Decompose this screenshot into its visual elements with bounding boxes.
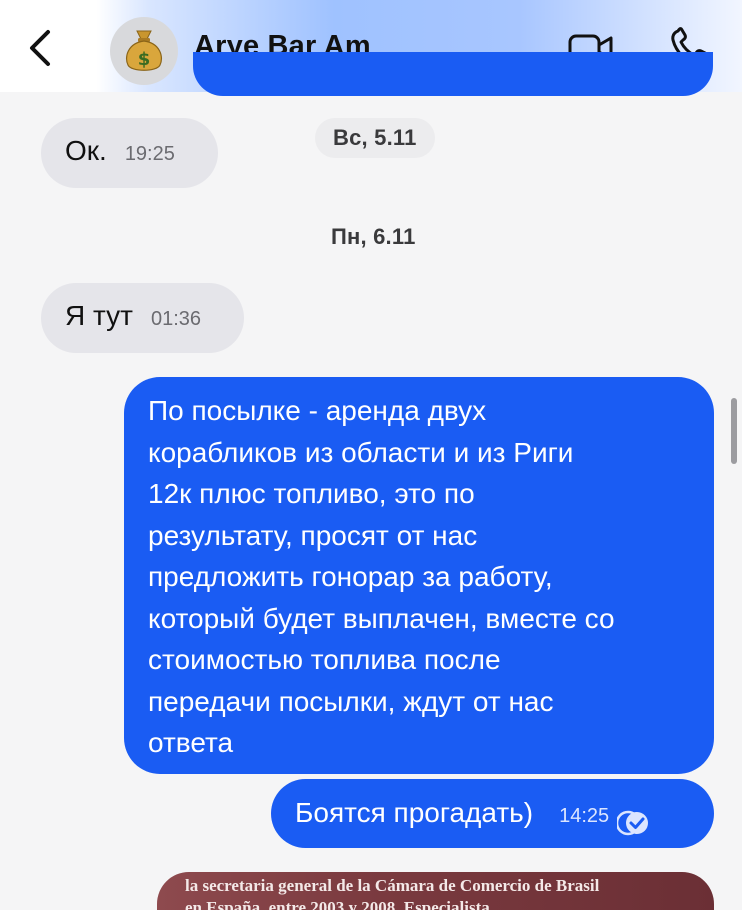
message-text: Я тут [65, 300, 133, 331]
message-line: По посылке - аренда двух [148, 395, 487, 426]
message-line: корабликов из области и из Риги [148, 436, 574, 468]
message-line: который будет выплачен, вместе со [148, 602, 615, 634]
outgoing-message-long[interactable]: По посылке - аренда двух корабликов из о… [124, 377, 714, 774]
image-message-preview[interactable]: la secretaria general de la Cámara de Co… [157, 872, 714, 910]
chat-header: $ Arye Bar Am [0, 0, 742, 96]
message-line: стоимостью топлива после [148, 644, 501, 675]
message-time: 19:25 [124, 143, 175, 165]
message-time: 14:25 [559, 805, 610, 827]
outgoing-message-afraid[interactable]: Боятся прогадать) 14:25 [271, 779, 714, 848]
message-line: предложить гонорар за работу, [148, 561, 553, 592]
chat-area: $ Arye Bar Am Вс, 5.11 Пн, 6.11 Ок. 19:2… [0, 0, 742, 910]
message-line: передачи посылки, ждут от нас [148, 685, 554, 717]
message-line: ответа [148, 727, 234, 758]
avatar[interactable]: $ [110, 17, 178, 85]
back-chevron-icon[interactable] [24, 26, 58, 70]
svg-text:$: $ [138, 49, 151, 70]
message-line: 12к плюс топливо, это по [148, 478, 475, 509]
incoming-message-ok[interactable]: Ок. 19:25 [41, 118, 218, 188]
read-receipt-icon [617, 810, 649, 836]
previous-message-bubble[interactable] [193, 52, 713, 96]
message-line: результату, просят от нас [148, 519, 478, 551]
incoming-message-here[interactable]: Я тут 01:36 [41, 283, 244, 353]
money-bag-icon: $ [125, 30, 163, 71]
date-separator-sunday: Вс, 5.11 [315, 118, 435, 158]
scroll-indicator[interactable] [731, 398, 737, 464]
message-text: Боятся прогадать) [295, 797, 534, 828]
message-text: Ок. [65, 135, 107, 166]
date-separator-monday: Пн, 6.11 [331, 224, 416, 249]
image-caption-line: la secretaria general de la Cámara de Co… [185, 876, 600, 895]
message-time: 01:36 [150, 308, 202, 330]
image-caption-line: en España, entre 2003 y 2008. Especialis… [185, 898, 490, 910]
